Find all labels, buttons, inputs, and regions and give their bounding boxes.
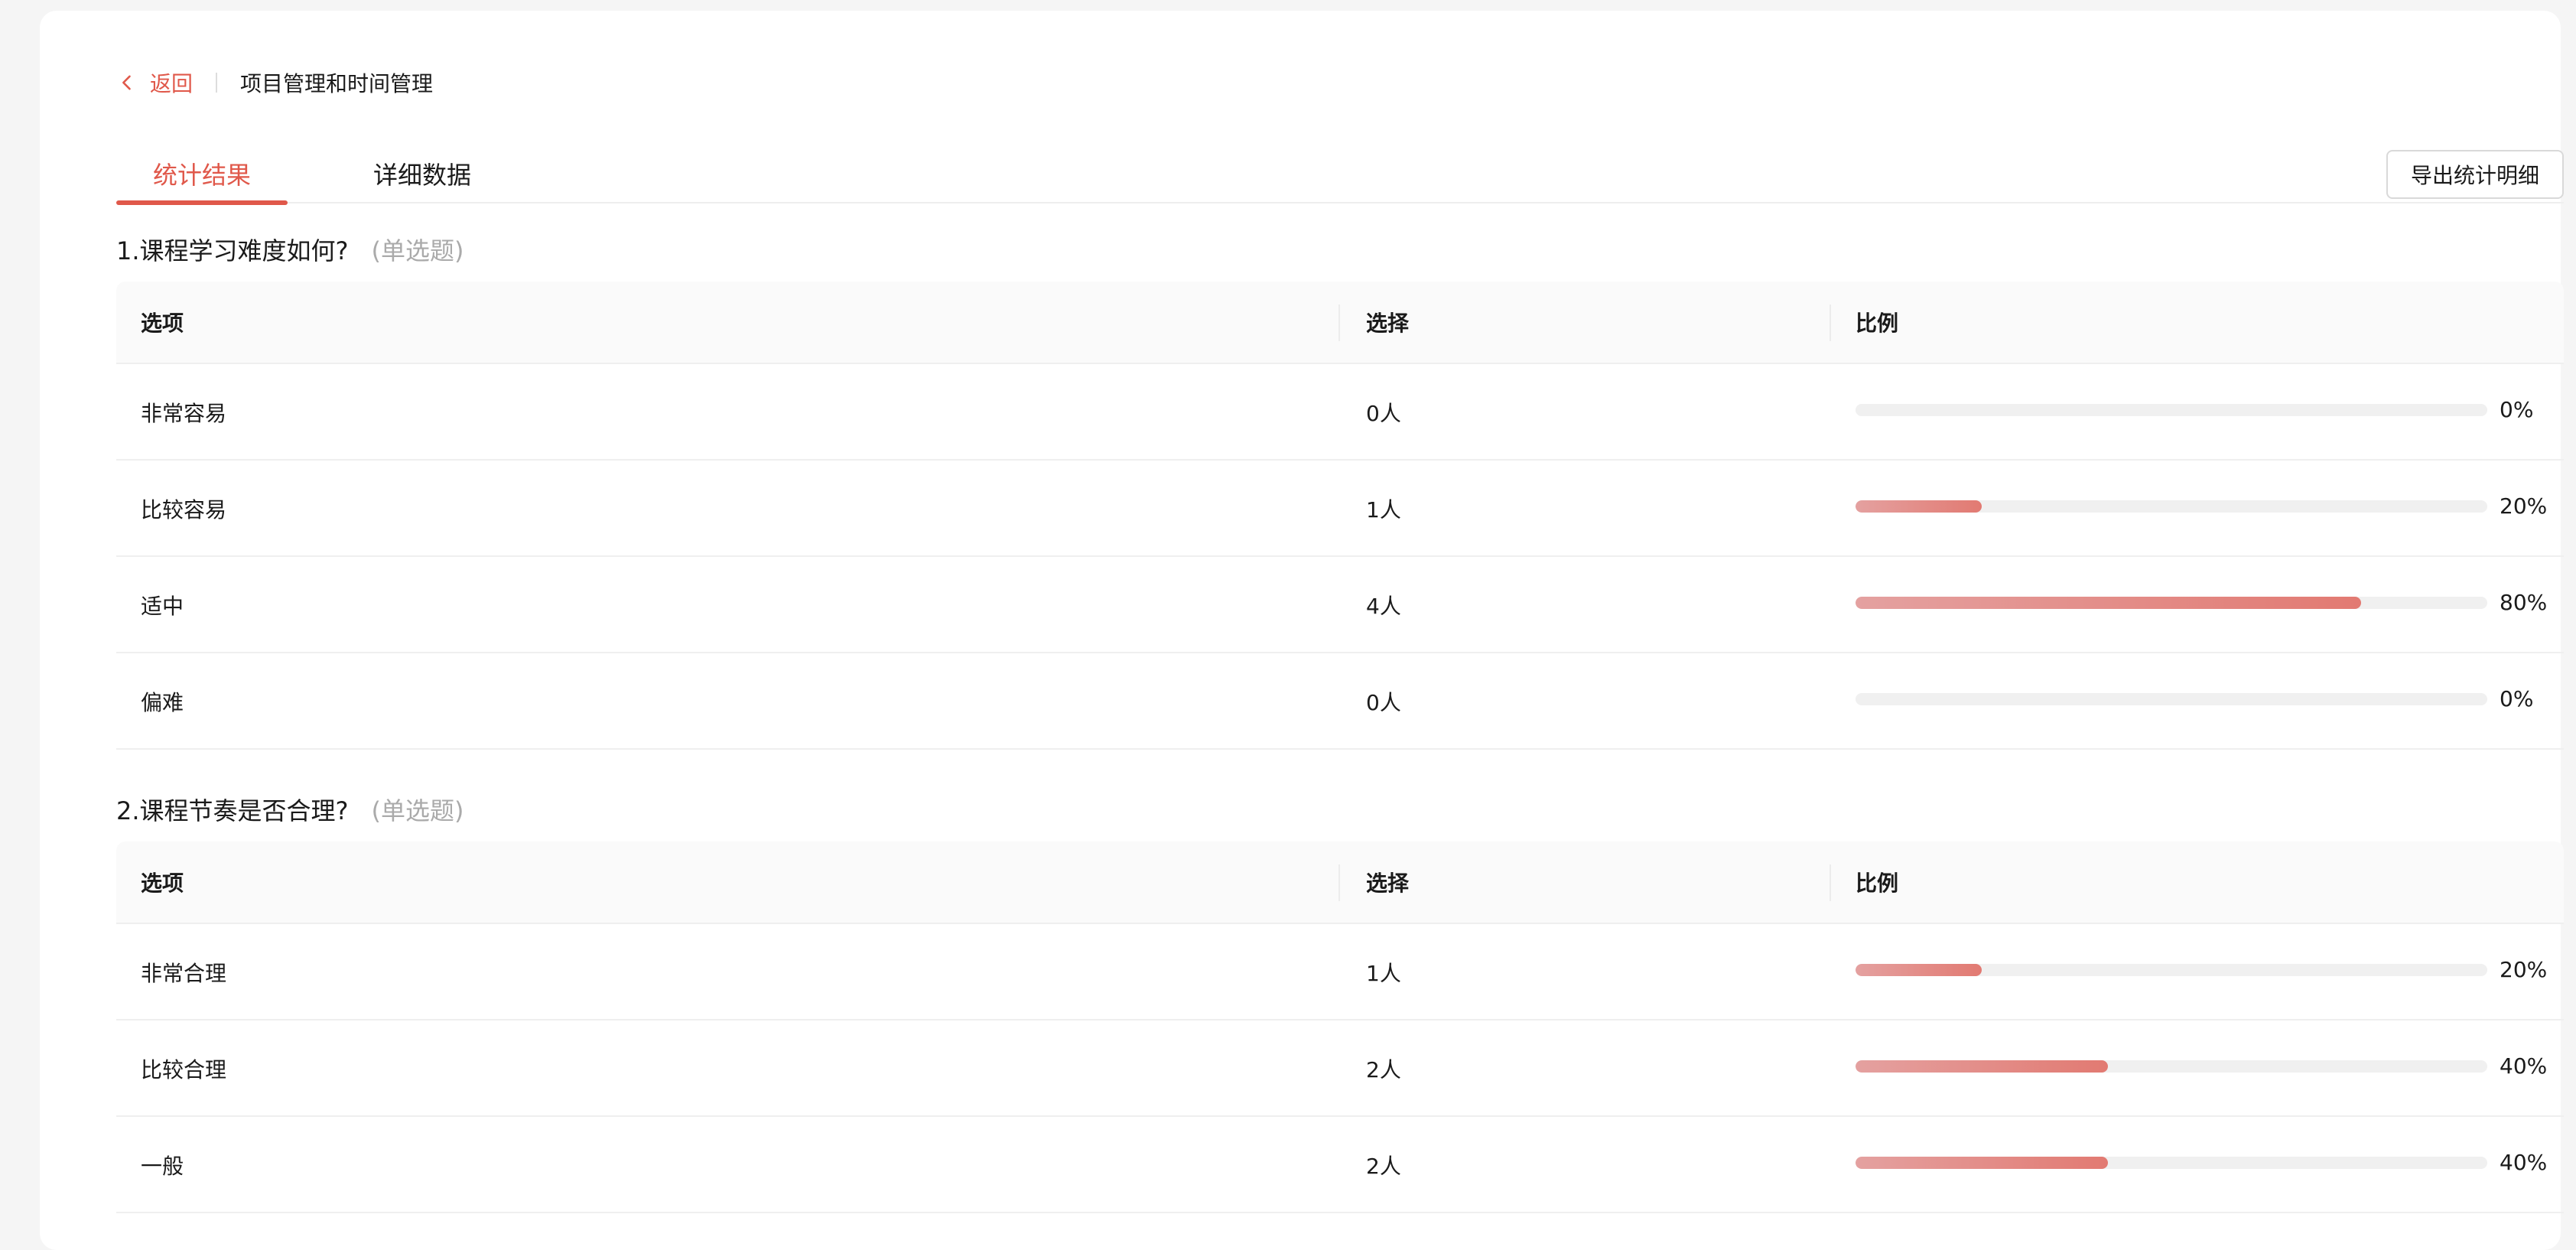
question-title: 2.课程节奏是否合理? (单选题) xyxy=(116,788,2564,831)
question-type: (单选题) xyxy=(371,236,464,265)
progress-track xyxy=(1856,500,2487,513)
option-label: 非常容易 xyxy=(141,401,227,426)
ratio-cell: 20% xyxy=(1856,924,2564,1021)
header-ratio: 比例 xyxy=(1856,311,1899,336)
selection-count: 0人 xyxy=(1366,401,1401,426)
ratio-cell: 20% xyxy=(1856,461,2564,557)
percent-label: 0% xyxy=(2500,396,2534,422)
table-row: 适中 4人 80% xyxy=(116,557,2564,653)
progress-track xyxy=(1856,964,2487,976)
column-divider xyxy=(1830,304,1831,341)
progress-track xyxy=(1856,1060,2487,1073)
breadcrumb-divider xyxy=(216,73,218,93)
tab-statistics[interactable]: 统计结果 xyxy=(116,144,288,205)
table-row: 比较容易 1人 20% xyxy=(116,461,2564,557)
option-label: 比较合理 xyxy=(141,1057,227,1082)
progress-fill xyxy=(1856,597,2361,609)
option-label: 适中 xyxy=(141,594,184,619)
question-text: 1.课程学习难度如何? xyxy=(116,236,349,265)
header-count: 选择 xyxy=(1366,311,1410,336)
ratio-cell: 0% xyxy=(1856,653,2564,750)
main-card: 返回 项目管理和时间管理 统计结果 详细数据 导出统计明细 1.课程学习难度如何… xyxy=(40,11,2564,1250)
percent-label: 40% xyxy=(2500,1149,2548,1175)
table-header: 选项 选择 比例 xyxy=(116,841,2564,924)
selection-count: 1人 xyxy=(1366,497,1401,522)
column-divider xyxy=(1338,864,1340,901)
ratio-cell: 80% xyxy=(1856,557,2564,653)
table-row: 一般 2人 40% xyxy=(116,1117,2564,1213)
percent-label: 20% xyxy=(2500,493,2548,519)
column-divider xyxy=(1338,304,1340,341)
question-block: 1.课程学习难度如何? (单选题) 选项 选择 比例非常容易 0人 0% 比较容易 1人 20% 适… xyxy=(116,228,2564,750)
question-text: 2.课程节奏是否合理? xyxy=(116,796,349,825)
tab-detailed-data[interactable]: 详细数据 xyxy=(346,144,499,203)
option-label: 一般 xyxy=(141,1154,184,1179)
ratio-cell: 0% xyxy=(1856,364,2564,461)
question-block: 2.课程节奏是否合理? (单选题) 选项 选择 比例非常合理 1人 20% 比较合理 2人 40%… xyxy=(116,788,2564,1213)
option-label: 偏难 xyxy=(141,690,184,715)
percent-label: 0% xyxy=(2500,685,2534,711)
progress-track xyxy=(1856,693,2487,705)
selection-count: 2人 xyxy=(1366,1057,1401,1082)
table-row: 偏难 0人 0% xyxy=(116,653,2564,750)
header-option: 选项 xyxy=(141,871,184,896)
question-type: (单选题) xyxy=(371,796,464,825)
table-header: 选项 选择 比例 xyxy=(116,282,2564,364)
selection-count: 4人 xyxy=(1366,594,1401,619)
breadcrumb: 返回 项目管理和时间管理 xyxy=(116,66,433,99)
stats-table: 选项 选择 比例非常合理 1人 20% 比较合理 2人 40% 一般 2人 40% xyxy=(116,841,2564,1213)
table-row: 非常容易 0人 0% xyxy=(116,364,2564,461)
header-option: 选项 xyxy=(141,311,184,336)
page-title: 项目管理和时间管理 xyxy=(240,71,434,96)
progress-fill xyxy=(1856,500,1982,513)
column-divider xyxy=(1830,864,1831,901)
option-label: 比较容易 xyxy=(141,497,227,522)
progress-track xyxy=(1856,404,2487,416)
header-ratio: 比例 xyxy=(1856,871,1899,896)
table-row: 比较合理 2人 40% xyxy=(116,1021,2564,1117)
option-label: 非常合理 xyxy=(141,961,227,986)
percent-label: 80% xyxy=(2500,589,2548,615)
stats-table: 选项 选择 比例非常容易 0人 0% 比较容易 1人 20% 适中 4人 80% 偏难 0人 0% xyxy=(116,282,2564,750)
chevron-left-icon xyxy=(122,75,131,90)
percent-label: 20% xyxy=(2500,956,2548,982)
question-title: 1.课程学习难度如何? (单选题) xyxy=(116,228,2564,271)
selection-count: 0人 xyxy=(1366,690,1401,715)
progress-fill xyxy=(1856,1060,2109,1073)
tab-bar: 统计结果 详细数据 导出统计明细 xyxy=(116,144,2564,205)
progress-fill xyxy=(1856,964,1982,976)
progress-fill xyxy=(1856,1157,2109,1169)
ratio-cell: 40% xyxy=(1856,1021,2564,1117)
selection-count: 1人 xyxy=(1366,961,1401,986)
selection-count: 2人 xyxy=(1366,1154,1401,1179)
export-details-button[interactable]: 导出统计明细 xyxy=(2386,150,2564,199)
progress-track xyxy=(1856,597,2487,609)
back-label: 返回 xyxy=(150,71,194,96)
header-count: 选择 xyxy=(1366,871,1410,896)
percent-label: 40% xyxy=(2500,1053,2548,1079)
progress-track xyxy=(1856,1157,2487,1169)
back-button[interactable]: 返回 xyxy=(116,67,193,98)
table-row: 非常合理 1人 20% xyxy=(116,924,2564,1021)
ratio-cell: 40% xyxy=(1856,1117,2564,1213)
